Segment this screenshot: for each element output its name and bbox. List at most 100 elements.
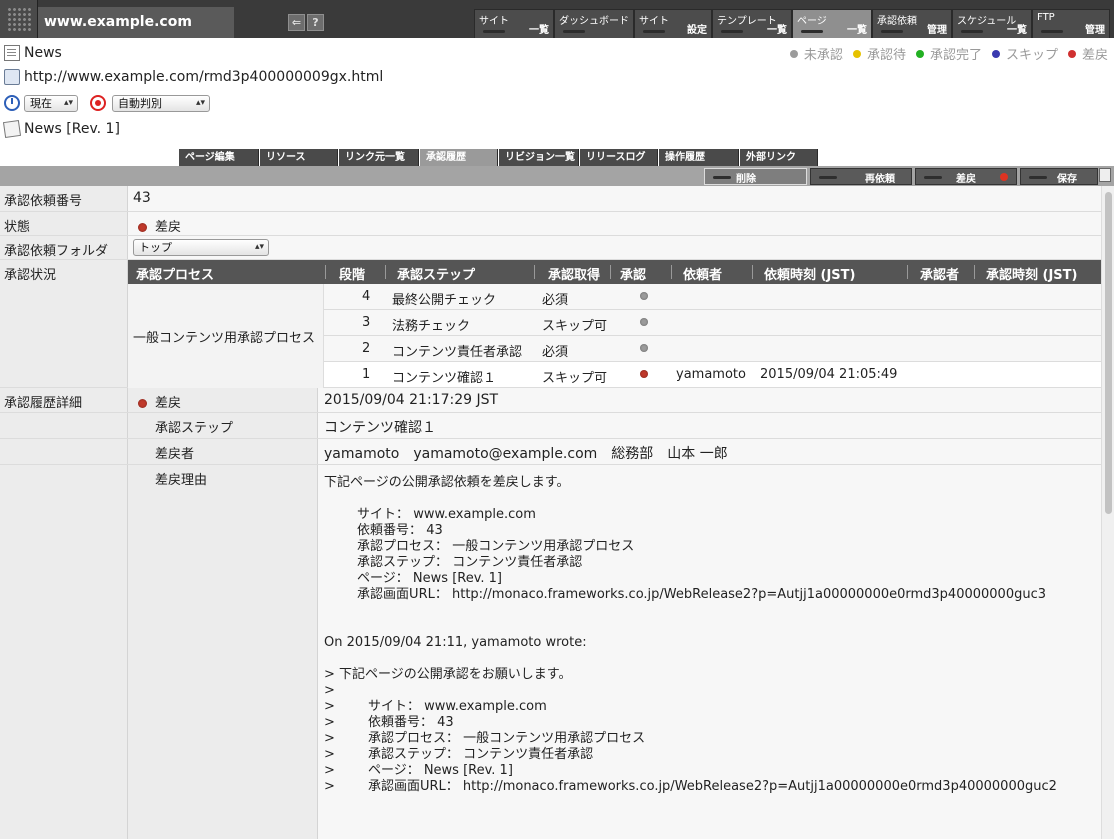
nav-template-list[interactable]: テンプレート 一覧 xyxy=(712,9,792,38)
folder-select[interactable]: トップ ▴▾ xyxy=(133,239,269,256)
required-cell: 必須 xyxy=(542,345,569,360)
button-bar xyxy=(713,176,731,179)
history-status-time: 2015/09/04 21:17:29 JST xyxy=(318,388,1101,412)
col-separator xyxy=(974,265,975,279)
tab-page-edit[interactable]: ページ編集 xyxy=(179,149,259,166)
history-reason-label: 差戻理由 xyxy=(128,465,318,839)
legend-remanded: 差戻 xyxy=(1067,44,1108,63)
help-button[interactable]: ? xyxy=(307,14,324,31)
tab-release-log[interactable]: リリースログ xyxy=(580,149,658,166)
tab-revisions[interactable]: リビジョン一覧 xyxy=(499,149,579,166)
status-value: 差戻 xyxy=(128,212,1101,235)
vertical-scrollbar[interactable] xyxy=(1101,186,1114,839)
top-bar: www.example.com ⇐ ? サイト 一覧 ダッシュボード サイト 設… xyxy=(0,0,1114,38)
view-controls: 現在 ▴▾ 自動判別 ▴▾ xyxy=(4,93,210,113)
site-name[interactable]: www.example.com xyxy=(38,7,234,38)
nav-label: FTP xyxy=(1037,12,1055,23)
nav-site-settings[interactable]: サイト 設定 xyxy=(634,9,712,38)
col-separator xyxy=(907,265,908,279)
revision-label: News [Rev. 1] xyxy=(24,121,120,137)
print-icon[interactable] xyxy=(1099,168,1111,182)
legend-label: 差戻 xyxy=(1081,48,1108,63)
nav-sublabel: 設定 xyxy=(687,25,707,36)
nav-approval-manage[interactable]: 承認依頼 管理 xyxy=(872,9,952,38)
link-icon xyxy=(4,69,20,85)
legend-label: 承認待 xyxy=(866,48,906,63)
reason-line: > 承認プロセス： 一般コンテンツ用承認プロセス xyxy=(324,731,646,746)
legend-unapproved: 未承認 xyxy=(789,44,843,63)
reason-line xyxy=(324,491,1095,507)
table-row: 3 法務チェック スキップ可 xyxy=(324,310,1101,336)
remand-button[interactable]: 差戻 xyxy=(915,168,1017,185)
col-separator xyxy=(671,265,672,279)
save-label: 保存 xyxy=(1057,174,1077,185)
nav-label: サイト xyxy=(479,16,509,27)
app-logo[interactable] xyxy=(0,0,38,38)
tab-external-links[interactable]: 外部リンク xyxy=(740,149,818,166)
col-request-time: 依頼時刻 (JST) xyxy=(764,268,856,283)
step-cell: 最終公開チェック xyxy=(392,293,497,308)
time-select[interactable]: 現在 ▴▾ xyxy=(24,94,78,112)
nav-bar xyxy=(801,30,823,33)
select-arrows-icon: ▴▾ xyxy=(195,97,205,108)
page-url-line: http://www.example.com/rmd3p400000009gx.… xyxy=(4,67,383,87)
table-row: 2 コンテンツ責任者承認 必須 xyxy=(324,336,1101,362)
nav-bar xyxy=(563,30,585,33)
table-row: 1 コンテンツ確認１ スキップ可 yamamoto 2015/09/04 21:… xyxy=(324,362,1101,388)
back-arrow-icon[interactable]: ⇐ xyxy=(288,14,305,31)
delete-button[interactable]: 削除 xyxy=(704,168,807,185)
grid-logo-icon xyxy=(7,7,31,31)
reason-line: 承認プロセス： 一般コンテンツ用承認プロセス xyxy=(324,539,635,554)
save-button[interactable]: 保存 xyxy=(1020,168,1098,185)
legend-skip: スキップ xyxy=(991,44,1058,63)
reason-line xyxy=(324,651,1095,667)
nav-bar xyxy=(1041,30,1063,33)
approval-detail: 承認依頼番号 43 状態 差戻 承認依頼フォルダ トップ ▴▾ 承認状況 承認プロ… xyxy=(0,186,1101,839)
col-separator xyxy=(385,265,386,279)
reason-line: > サイト： www.example.com xyxy=(324,699,547,714)
col-separator xyxy=(752,265,753,279)
nav-label: ダッシュボード xyxy=(559,16,629,27)
legend-waiting: 承認待 xyxy=(852,44,906,63)
nav-dashboard[interactable]: ダッシュボード xyxy=(554,9,634,38)
nav-ftp-manage[interactable]: FTP 管理 xyxy=(1032,9,1110,38)
nav-schedule-list[interactable]: スケジュール 一覧 xyxy=(952,9,1032,38)
nav-sublabel: 一覧 xyxy=(767,25,787,36)
col-process: 承認プロセス xyxy=(136,268,215,283)
red-dot-icon xyxy=(1000,173,1008,181)
delete-label: 削除 xyxy=(736,174,756,185)
page-url[interactable]: http://www.example.com/rmd3p400000009gx.… xyxy=(24,69,383,85)
nav-bar xyxy=(643,30,665,33)
requester-cell: yamamoto xyxy=(676,367,746,382)
mode-select[interactable]: 自動判別 ▴▾ xyxy=(112,94,210,112)
tab-approval-history[interactable]: 承認履歴 xyxy=(420,149,498,166)
required-cell: スキップ可 xyxy=(542,371,608,386)
tab-link-sources[interactable]: リンク元一覧 xyxy=(339,149,419,166)
col-separator xyxy=(534,265,535,279)
tab-resources[interactable]: リソース xyxy=(260,149,338,166)
blue-dot-icon xyxy=(991,49,1000,58)
nav-page-list[interactable]: ページ 一覧 xyxy=(792,9,872,38)
nav-bar xyxy=(721,30,743,33)
yellow-dot-icon xyxy=(852,49,861,58)
nav-sublabel: 一覧 xyxy=(847,25,867,36)
reason-line: 承認画面URL： http://monaco.frameworks.co.jp/… xyxy=(324,587,1047,602)
approval-status-row: 承認状況 承認プロセス 段階 承認ステップ 承認取得 承認 依頼者 依頼時刻 (… xyxy=(0,260,1101,388)
approval-table: 承認プロセス 段階 承認ステップ 承認取得 承認 依頼者 依頼時刻 (JST) … xyxy=(128,260,1101,388)
status-label: 状態 xyxy=(0,212,128,235)
required-cell: スキップ可 xyxy=(542,319,608,334)
page-tabs: ページ編集 リソース リンク元一覧 承認履歴 リビジョン一覧 リリースログ 操作… xyxy=(179,149,819,166)
nav-site-list[interactable]: サイト 一覧 xyxy=(474,9,554,38)
remand-status-icon xyxy=(640,370,648,378)
col-approver: 承認者 xyxy=(920,268,960,283)
process-name: 一般コンテンツ用承認プロセス xyxy=(128,284,324,388)
legend-approved: 承認完了 xyxy=(915,44,982,63)
reason-line: > 依頼番号： 43 xyxy=(324,715,454,730)
resubmit-button[interactable]: 再依頼 xyxy=(810,168,912,185)
tab-operation-history[interactable]: 操作履歴 xyxy=(659,149,739,166)
reason-line: > xyxy=(324,683,335,698)
stage-cell: 2 xyxy=(362,341,371,356)
scrollbar-thumb[interactable] xyxy=(1105,192,1112,514)
select-arrows-icon: ▴▾ xyxy=(254,242,264,252)
stage-cell: 1 xyxy=(362,367,371,382)
